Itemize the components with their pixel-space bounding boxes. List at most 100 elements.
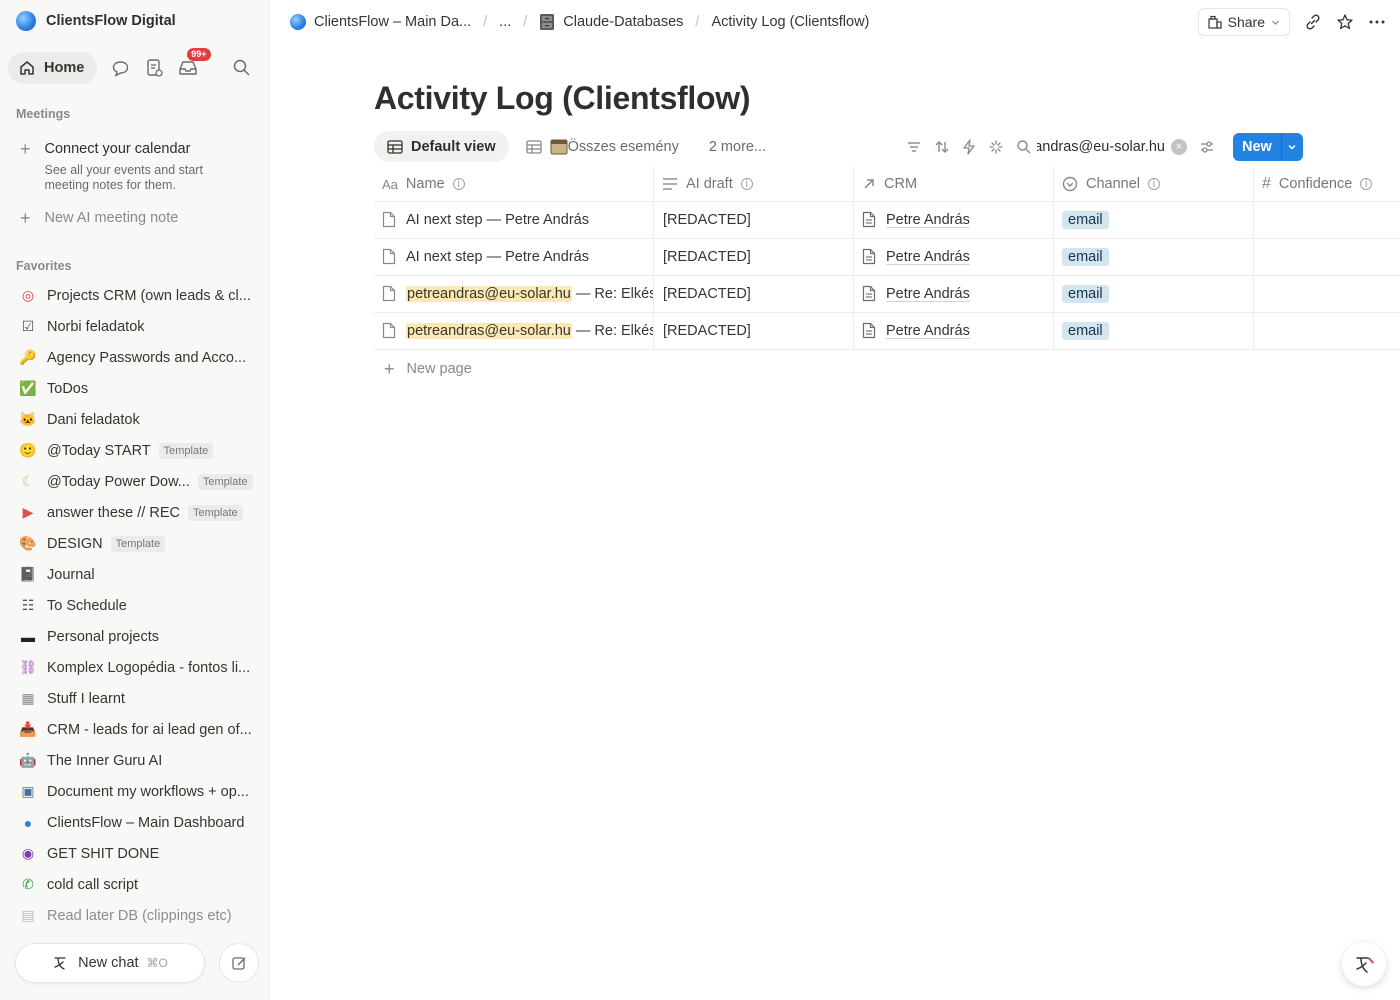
column-header-crm[interactable]: CRM	[854, 167, 1054, 201]
sidebar-item-label: Document my workflows + op...	[47, 783, 249, 800]
chevron-down-icon[interactable]	[1280, 132, 1303, 161]
sidebar-item-favorite[interactable]: 🔑 Agency Passwords and Acco...	[0, 342, 269, 373]
crm-relation-link[interactable]: Petre András	[886, 323, 970, 339]
tab-osszes-esemeny[interactable]: Összes esemény	[513, 131, 692, 162]
cell-channel[interactable]: email	[1054, 276, 1254, 312]
sidebar-search-icon[interactable]	[232, 58, 251, 80]
breadcrumb: ClientsFlow – Main Da... / ... / Claude-…	[290, 13, 869, 31]
table-row[interactable]: petreandras@eu-solar.hu — Re: Elkészült …	[374, 313, 1400, 350]
cell-name[interactable]: petreandras@eu-solar.hu — Re: Elkészült	[374, 313, 654, 349]
sidebar-item-favorite[interactable]: 🤖 The Inner Guru AI	[0, 745, 269, 776]
cell-crm[interactable]: Petre András	[854, 239, 1054, 275]
breadcrumb-ellipsis[interactable]: ...	[499, 14, 511, 30]
template-badge: Template	[197, 473, 253, 490]
new-page-row[interactable]: + New page	[374, 350, 1400, 387]
sidebar-item-favorite[interactable]: ☷ To Schedule	[0, 590, 269, 621]
sidebar-item-favorite[interactable]: 🎨 DESIGN Template	[0, 528, 269, 559]
tab-default-view[interactable]: Default view	[374, 131, 509, 162]
crm-relation-link[interactable]: Petre András	[886, 212, 970, 228]
cell-confidence[interactable]	[1254, 276, 1400, 312]
sidebar-item-favorite[interactable]: 🐱 Dani feladatok	[0, 404, 269, 435]
new-ai-meeting-note[interactable]: + New AI meeting note	[20, 209, 178, 227]
info-icon: i	[1148, 178, 1161, 190]
column-header-confidence[interactable]: # Confidence i	[1254, 167, 1400, 201]
breadcrumb-item-current[interactable]: Activity Log (Clientsflow)	[711, 14, 869, 30]
new-chat-button[interactable]: New chat ⌘O	[15, 943, 205, 983]
cell-ai-draft[interactable]: [REDACTED]	[654, 313, 854, 349]
cell-confidence[interactable]	[1254, 313, 1400, 349]
clear-search-icon[interactable]: ×	[1171, 138, 1187, 155]
sidebar-item-label: @Today START	[47, 442, 151, 459]
cell-ai-draft[interactable]: [REDACTED]	[654, 276, 854, 312]
compose-icon[interactable]	[219, 943, 259, 983]
inbox-icon[interactable]: 99+	[177, 48, 211, 79]
workspace-switcher[interactable]: ClientsFlow Digital	[16, 11, 176, 31]
view-settings-icon[interactable]	[1199, 139, 1215, 155]
sidebar-item-favorite[interactable]: ◎ Projects CRM (own leads & cl...	[0, 280, 269, 311]
automation-bolt-icon[interactable]	[962, 138, 976, 155]
cell-ai-draft[interactable]: [REDACTED]	[654, 202, 854, 238]
filter-icon[interactable]	[906, 139, 922, 155]
page-title: Activity Log (Clientsflow)	[374, 80, 751, 116]
cell-channel[interactable]: email	[1054, 202, 1254, 238]
share-button[interactable]: Share	[1197, 8, 1290, 36]
sidebar-item-favorite[interactable]: 🙂 @Today START Template	[0, 435, 269, 466]
ai-sparkle-icon[interactable]	[988, 139, 1004, 155]
star-icon[interactable]	[1336, 13, 1354, 31]
column-header-channel[interactable]: Channel i	[1054, 167, 1254, 201]
chat-bubble-icon[interactable]	[109, 57, 131, 79]
column-header-name[interactable]: Aa Name i	[374, 167, 654, 201]
sort-icon[interactable]	[934, 139, 950, 155]
breadcrumb-item-dashboard[interactable]: ClientsFlow – Main Da...	[290, 14, 471, 30]
sidebar-item-favorite[interactable]: ▣ Document my workflows + op...	[0, 776, 269, 807]
table-row[interactable]: AI next step — Petre András [REDACTED] P…	[374, 239, 1400, 276]
ai-assistant-fab[interactable]	[1342, 942, 1386, 986]
sidebar-item-favorite[interactable]: 📥 CRM - leads for ai lead gen of...	[0, 714, 269, 745]
meeting-notes-icon[interactable]	[143, 57, 165, 79]
chevron-down-icon	[1272, 20, 1279, 25]
cell-crm[interactable]: Petre András	[854, 313, 1054, 349]
cell-crm[interactable]: Petre András	[854, 202, 1054, 238]
column-label: Channel	[1086, 176, 1141, 192]
crm-relation-link[interactable]: Petre András	[886, 286, 970, 302]
sidebar-item-favorite[interactable]: ◉ GET SHIT DONE	[0, 838, 269, 869]
db-search-input[interactable]: petreandras@eu-solar.hu	[1037, 139, 1165, 155]
sidebar-item-favorite[interactable]: ▶ answer these // REC Template	[0, 497, 269, 528]
home-button[interactable]: Home	[8, 52, 98, 84]
cell-confidence[interactable]	[1254, 239, 1400, 275]
tab-more-views[interactable]: 2 more...	[696, 131, 779, 162]
cell-name[interactable]: petreandras@eu-solar.hu — Re: Elkészült	[374, 276, 654, 312]
ledger-icon: ☷	[21, 597, 35, 613]
link-icon[interactable]	[1304, 13, 1322, 31]
sidebar-item-favorite[interactable]: ▤ Read later DB (clippings etc)	[0, 900, 269, 931]
breadcrumb-item-databases[interactable]: Claude-Databases	[539, 13, 683, 31]
cell-ai-draft[interactable]: [REDACTED]	[654, 239, 854, 275]
sidebar-item-favorite[interactable]: ✆ cold call script	[0, 869, 269, 900]
sidebar-item-favorite[interactable]: ☑ Norbi feladatok	[0, 311, 269, 342]
page-icon	[862, 322, 878, 340]
sidebar-item-favorite[interactable]: ● ClientsFlow – Main Dashboard	[0, 807, 269, 838]
cell-name[interactable]: AI next step — Petre András	[374, 202, 654, 238]
table-row[interactable]: AI next step — Petre András [REDACTED] P…	[374, 202, 1400, 239]
cell-channel[interactable]: email	[1054, 313, 1254, 349]
sidebar-item-favorite[interactable]: 📓 Journal	[0, 559, 269, 590]
channel-tag: email	[1062, 322, 1109, 340]
connect-calendar[interactable]: + Connect your calendar See all your eve…	[20, 140, 225, 193]
cell-crm[interactable]: Petre András	[854, 276, 1054, 312]
new-record-button[interactable]: New	[1233, 132, 1303, 161]
sidebar-item-favorite[interactable]: ⛓ Komplex Logopédia - fontos li...	[0, 652, 269, 683]
more-icon[interactable]	[1368, 13, 1386, 31]
cell-confidence[interactable]	[1254, 202, 1400, 238]
crm-relation-link[interactable]: Petre András	[886, 249, 970, 265]
column-header-ai-draft[interactable]: AI draft i	[654, 167, 854, 201]
cell-channel[interactable]: email	[1054, 239, 1254, 275]
db-search[interactable]: petreandras@eu-solar.hu ×	[1016, 138, 1187, 155]
sidebar-item-favorite[interactable]: ▬ Personal projects	[0, 621, 269, 652]
sidebar-item-favorite[interactable]: ✅ ToDos	[0, 373, 269, 404]
sidebar-item-favorite[interactable]: ☾ @Today Power Dow... Template	[0, 466, 269, 497]
top-nav: Home 99+	[8, 48, 211, 84]
table-row[interactable]: petreandras@eu-solar.hu — Re: Elkészült …	[374, 276, 1400, 313]
sidebar-item-favorite[interactable]: ▦ Stuff I learnt	[0, 683, 269, 714]
cell-name[interactable]: AI next step — Petre András	[374, 239, 654, 275]
tab-label: Összes esemény	[567, 138, 679, 155]
